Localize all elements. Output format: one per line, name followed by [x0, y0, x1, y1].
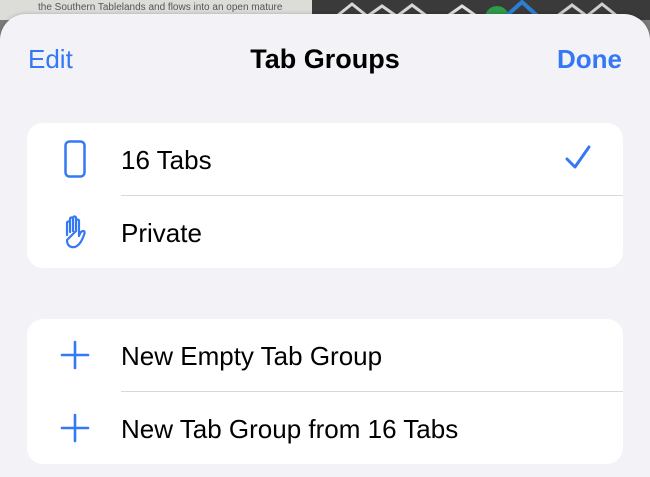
tab-group-actions: New Empty Tab Group New Tab Group from 1… [27, 319, 623, 464]
tab-group-label: Private [121, 218, 202, 248]
plus-icon [55, 408, 95, 448]
tab-group-row-private[interactable]: Private [27, 196, 623, 268]
sheet-title: Tab Groups [250, 44, 400, 74]
new-tab-group-from-tabs-button[interactable]: New Tab Group from 16 Tabs [27, 392, 623, 464]
tab-groups-list: 16 Tabs Private [27, 123, 623, 268]
hand-icon [55, 212, 95, 252]
sheet-header: Edit Tab Groups Done [0, 14, 650, 106]
action-label: New Empty Tab Group [121, 341, 383, 371]
new-empty-tab-group-button[interactable]: New Empty Tab Group [27, 319, 623, 391]
checkmark-icon [561, 141, 595, 175]
done-button[interactable]: Done [557, 44, 622, 75]
tab-group-row-16-tabs[interactable]: 16 Tabs [27, 123, 623, 195]
tab-groups-sheet: Edit Tab Groups Done 16 Tabs Private New… [0, 14, 650, 477]
tab-group-label: 16 Tabs [121, 145, 212, 175]
background-article-text: the Southern Tablelands and flows into a… [38, 2, 283, 13]
phone-icon [55, 139, 95, 179]
plus-icon [55, 335, 95, 375]
edit-button[interactable]: Edit [28, 44, 73, 75]
action-label: New Tab Group from 16 Tabs [121, 414, 459, 444]
